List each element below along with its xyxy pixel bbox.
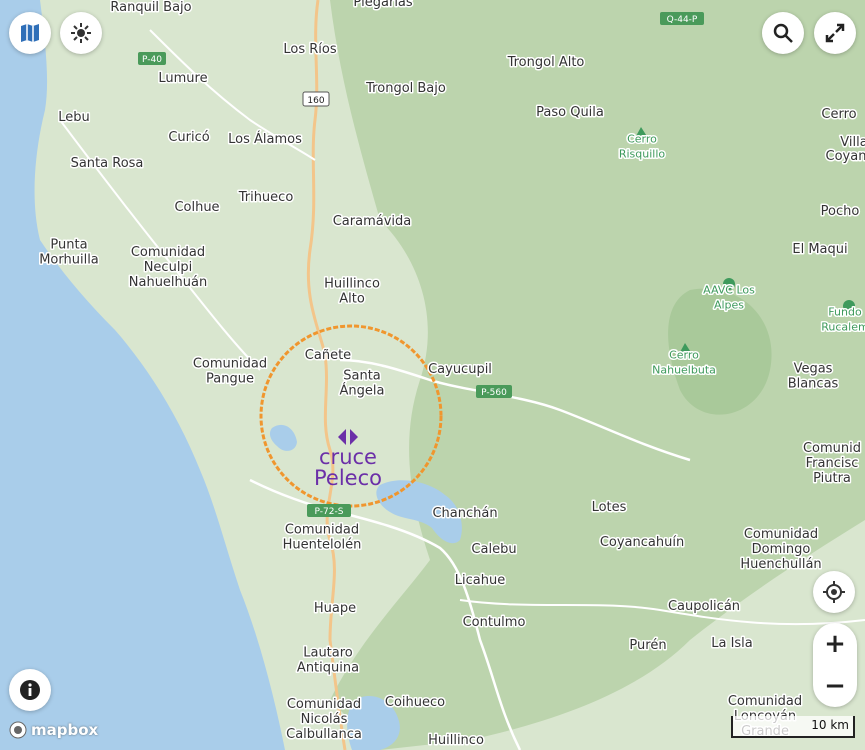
svg-text:P-40: P-40 <box>142 55 162 65</box>
map-canvas[interactable]: cruce Peleco P-40 Q-44-P 160 P-560 P-72-… <box>0 0 865 750</box>
road-shield-p-560: P-560 <box>476 385 512 398</box>
place-label-cerro: Cerro <box>821 107 856 122</box>
place-label-trihueco: Trihueco <box>238 190 294 205</box>
place-label-paso-quila: Paso Quila <box>536 105 604 120</box>
place-label-chanchan: Chanchán <box>432 506 497 521</box>
place-label-la-isla: La Isla <box>711 636 753 651</box>
place-label-los-alamos: Los Álamos <box>228 131 302 147</box>
scale-bar: 10 km <box>731 716 855 738</box>
place-label-colhue: Colhue <box>174 200 219 215</box>
place-label-el-maqui: El Maqui <box>792 242 847 257</box>
place-label-vegas-blancas: Vegas Blancas <box>788 362 839 392</box>
place-label-villa: Villa <box>840 135 865 150</box>
place-label-huillinco: Huillinco <box>428 733 484 748</box>
info-button[interactable] <box>9 669 51 711</box>
logo-line-2: Peleco <box>314 466 382 490</box>
mapbox-attribution[interactable]: mapbox <box>8 720 98 740</box>
fullscreen-button[interactable] <box>814 12 856 54</box>
map-icon <box>21 24 39 42</box>
expand-icon <box>825 23 845 43</box>
place-label-lotes: Lotes <box>592 500 627 515</box>
place-label-coyanco: Coyan <box>826 149 865 164</box>
place-label-canete: Cañete <box>305 348 351 363</box>
sun-icon <box>71 23 91 43</box>
search-button[interactable] <box>762 12 804 54</box>
place-label-santa-angela: Santa Ángela <box>340 369 385 399</box>
place-label-coyancahuin: Coyancahuín <box>600 535 684 550</box>
place-label-lautaro-antiquina: Lautaro Antiquina <box>297 646 359 676</box>
place-label-ranquil-bajo: Ranquil Bajo <box>110 0 191 15</box>
place-label-trongol-bajo: Trongol Bajo <box>365 81 446 96</box>
zoom-out-button[interactable]: − <box>813 665 857 707</box>
place-label-contulmo: Contulmo <box>463 615 526 630</box>
svg-text:P-560: P-560 <box>481 388 507 398</box>
place-label-comunidad-huentelolen: Comunidad Huentelolén <box>283 523 362 553</box>
svg-text:Q-44-P: Q-44-P <box>667 15 698 25</box>
info-icon <box>20 680 40 700</box>
road-shield-p-40: P-40 <box>138 52 166 65</box>
scale-label: 10 km <box>811 718 849 732</box>
place-label-caupolican: Caupolicán <box>668 599 740 614</box>
place-label-pocho: Pocho <box>821 204 860 219</box>
place-label-huape: Huape <box>314 601 356 616</box>
locate-icon <box>823 581 845 603</box>
zoom-control: + − <box>813 623 857 707</box>
place-label-licahue: Licahue <box>455 573 505 588</box>
mapbox-brand: mapbox <box>31 721 99 739</box>
place-label-caramavida: Caramávida <box>333 214 412 229</box>
place-label-los-rios: Los Ríos <box>283 42 336 57</box>
search-icon <box>773 23 793 43</box>
place-label-curico: Curicó <box>168 130 209 145</box>
road-shield-160: 160 <box>302 91 330 107</box>
place-label-calebu: Calebu <box>471 542 516 557</box>
place-label-coihueco: Coihueco <box>385 695 445 710</box>
mapbox-logo-icon <box>9 721 27 739</box>
zoom-in-button[interactable]: + <box>813 623 857 665</box>
locate-button[interactable] <box>813 571 855 613</box>
place-label-comunidad-domingo: Comunidad Domingo Huenchullán <box>740 527 821 572</box>
place-label-pleglarias: Plegarias <box>353 0 413 10</box>
place-label-trongol-alto: Trongol Alto <box>507 55 585 70</box>
place-label-lebu: Lebu <box>58 110 90 125</box>
svg-text:160: 160 <box>307 96 324 106</box>
place-label-santa-rosa: Santa Rosa <box>71 156 144 171</box>
place-label-lumure: Lumure <box>158 71 207 86</box>
map-style-button[interactable] <box>9 12 51 54</box>
place-label-puren: Purén <box>629 638 666 653</box>
svg-text:P-72-S: P-72-S <box>315 507 344 517</box>
road-shield-q-44-p: Q-44-P <box>660 12 704 25</box>
theme-button[interactable] <box>60 12 102 54</box>
place-label-cayucupil: Cayucupil <box>428 362 492 377</box>
road-shield-p-72-s: P-72-S <box>307 504 351 517</box>
